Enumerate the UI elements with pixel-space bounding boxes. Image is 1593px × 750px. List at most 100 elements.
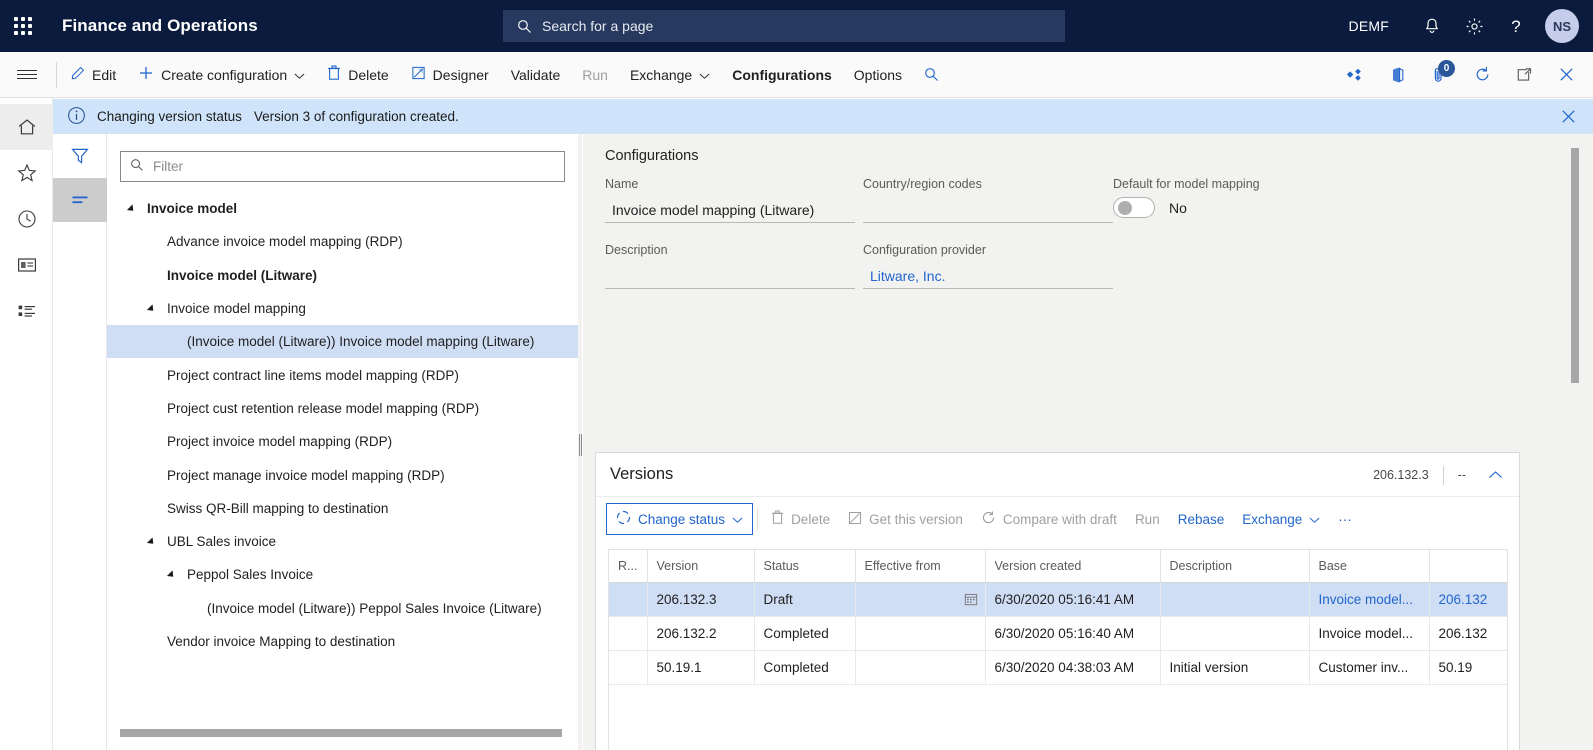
tree-node[interactable]: Project invoice model mapping (RDP) <box>107 425 580 458</box>
home-icon[interactable] <box>0 104 53 150</box>
rebase-button[interactable]: Rebase <box>1169 504 1234 534</box>
create-configuration-button[interactable]: Create configuration <box>127 52 316 97</box>
versions-column-header[interactable]: Version <box>647 550 755 583</box>
tree-node[interactable]: Vendor invoice Mapping to destination <box>107 625 580 658</box>
close-icon[interactable] <box>1545 52 1587 97</box>
version-created-cell[interactable]: 6/30/2020 05:16:40 AM <box>985 616 1161 651</box>
designer-label: Designer <box>432 66 489 83</box>
tree-node[interactable]: Invoice model (Litware) <box>107 259 580 292</box>
popout-icon[interactable] <box>1503 52 1545 97</box>
open-in-office-icon[interactable] <box>1377 52 1419 97</box>
version-created-cell[interactable]: 6/30/2020 05:16:41 AM <box>985 582 1161 617</box>
tree-node[interactable]: Invoice model mapping <box>107 292 580 325</box>
status-cell[interactable]: Completed <box>754 616 856 651</box>
tree-node[interactable]: (Invoice model (Litware)) Peppol Sales I… <box>107 592 580 625</box>
row-marker-cell[interactable] <box>609 650 648 685</box>
company-selector[interactable]: DEMF <box>1349 18 1389 34</box>
effective-from-cell[interactable] <box>855 582 986 617</box>
table-row[interactable]: 206.132.2 Completed 6/30/2020 05:16:40 AM I… <box>609 616 1507 651</box>
calendar-icon[interactable] <box>964 592 978 609</box>
table-row[interactable]: 206.132.3 Draft 6/30/2020 05:16:41 AM Invoi… <box>609 582 1507 617</box>
versions-column-header[interactable] <box>1429 550 1507 583</box>
message-close-icon[interactable] <box>1560 108 1577 128</box>
base-version-cell[interactable]: 206.132 <box>1429 582 1507 617</box>
versions-column-header[interactable]: Version created <box>985 550 1161 583</box>
tree-node[interactable]: (Invoice model (Litware)) Invoice model … <box>107 325 580 359</box>
attachment-icon[interactable]: 0 <box>1419 52 1461 97</box>
tree-node[interactable]: Invoice model <box>107 192 580 225</box>
favorites-star-icon[interactable] <box>0 150 53 196</box>
change-status-button[interactable]: Change status <box>606 503 754 535</box>
description-input[interactable] <box>605 263 855 289</box>
designer-button[interactable]: Designer <box>400 52 500 97</box>
hamburger-icon[interactable] <box>0 52 54 97</box>
filter-strip <box>53 134 107 750</box>
description-cell[interactable] <box>1160 582 1310 617</box>
configuration-tree[interactable]: Invoice model Advance invoice model mappi… <box>107 192 580 738</box>
row-marker-cell[interactable] <box>609 582 648 617</box>
version-cell[interactable]: 206.132.3 <box>647 582 755 617</box>
tree-filter-input[interactable]: Filter <box>120 151 565 182</box>
exchange-button[interactable]: Exchange <box>619 52 721 97</box>
configuration-provider-value[interactable]: Litware, Inc. <box>863 263 1113 289</box>
refresh-icon[interactable] <box>1461 52 1503 97</box>
list-view-icon[interactable] <box>53 178 107 222</box>
tree-node[interactable]: Project cust retention release model map… <box>107 392 580 425</box>
options-button[interactable]: Options <box>843 52 913 97</box>
tree-node[interactable]: Peppol Sales Invoice <box>107 558 580 591</box>
validate-button[interactable]: Validate <box>500 52 572 97</box>
tree-node[interactable]: Advance invoice model mapping (RDP) <box>107 225 580 258</box>
chevron-up-icon[interactable] <box>1484 466 1507 484</box>
tree-horizontal-scrollbar[interactable] <box>120 729 562 737</box>
effective-from-cell[interactable] <box>855 650 986 685</box>
versions-overflow-button[interactable]: ··· <box>1329 504 1361 534</box>
description-cell[interactable]: Initial version <box>1160 650 1310 685</box>
panel-splitter[interactable] <box>578 134 582 750</box>
app-launcher-icon[interactable] <box>0 0 46 52</box>
main-vertical-scrollbar-thumb[interactable] <box>1571 148 1579 383</box>
default-model-mapping-toggle[interactable] <box>1113 197 1155 218</box>
delete-button[interactable]: Delete <box>316 52 399 97</box>
tree-node[interactable]: Project contract line items model mappin… <box>107 358 580 391</box>
gear-icon[interactable] <box>1453 0 1495 52</box>
version-created-cell[interactable]: 6/30/2020 04:38:03 AM <box>985 650 1161 685</box>
description-cell[interactable] <box>1160 616 1310 651</box>
base-name-cell[interactable]: Invoice model... <box>1309 582 1430 617</box>
table-row[interactable]: 50.19.1 Completed 6/30/2020 04:38:03 AM Ini… <box>609 650 1507 685</box>
command-search-icon[interactable] <box>913 52 950 97</box>
effective-from-cell[interactable] <box>855 616 986 651</box>
version-cell[interactable]: 50.19.1 <box>647 650 755 685</box>
global-search-input[interactable]: Search for a page <box>503 10 1065 42</box>
row-marker-cell[interactable] <box>609 616 648 651</box>
versions-grid[interactable]: R... Version Status Effective from Version c… <box>608 549 1508 750</box>
tree-node[interactable]: Project manage invoice model mapping (RD… <box>107 458 580 491</box>
message-detail: Version 3 of configuration created. <box>253 109 459 124</box>
configurations-button[interactable]: Configurations <box>721 52 843 97</box>
base-version-cell[interactable]: 50.19 <box>1429 650 1507 685</box>
avatar[interactable]: NS <box>1545 9 1579 43</box>
name-input[interactable]: Invoice model mapping (Litware) <box>605 197 855 223</box>
base-version-cell[interactable]: 206.132 <box>1429 616 1507 651</box>
versions-column-header[interactable]: Base <box>1309 550 1430 583</box>
workspaces-icon[interactable] <box>0 242 53 288</box>
versions-column-header[interactable]: Effective from <box>855 550 986 583</box>
recent-clock-icon[interactable] <box>0 196 53 242</box>
versions-exchange-button[interactable]: Exchange <box>1233 504 1329 534</box>
country-region-input[interactable] <box>863 197 1113 223</box>
bell-icon[interactable] <box>1411 0 1453 52</box>
edit-button[interactable]: Edit <box>59 52 127 97</box>
versions-column-header[interactable]: Description <box>1160 550 1310 583</box>
version-cell[interactable]: 206.132.2 <box>647 616 755 651</box>
question-mark-icon[interactable]: ? <box>1495 0 1537 52</box>
base-name-cell[interactable]: Customer inv... <box>1309 650 1430 685</box>
base-name-cell[interactable]: Invoice model... <box>1309 616 1430 651</box>
status-cell[interactable]: Completed <box>754 650 856 685</box>
tree-node[interactable]: UBL Sales invoice <box>107 525 580 558</box>
versions-column-header[interactable]: Status <box>754 550 856 583</box>
versions-column-header[interactable]: R... <box>609 550 648 583</box>
filter-icon[interactable] <box>53 134 107 178</box>
share-diamond-icon[interactable] <box>1335 52 1377 97</box>
modules-list-icon[interactable] <box>0 288 53 334</box>
tree-node[interactable]: Swiss QR-Bill mapping to destination <box>107 492 580 525</box>
status-cell[interactable]: Draft <box>754 582 856 617</box>
